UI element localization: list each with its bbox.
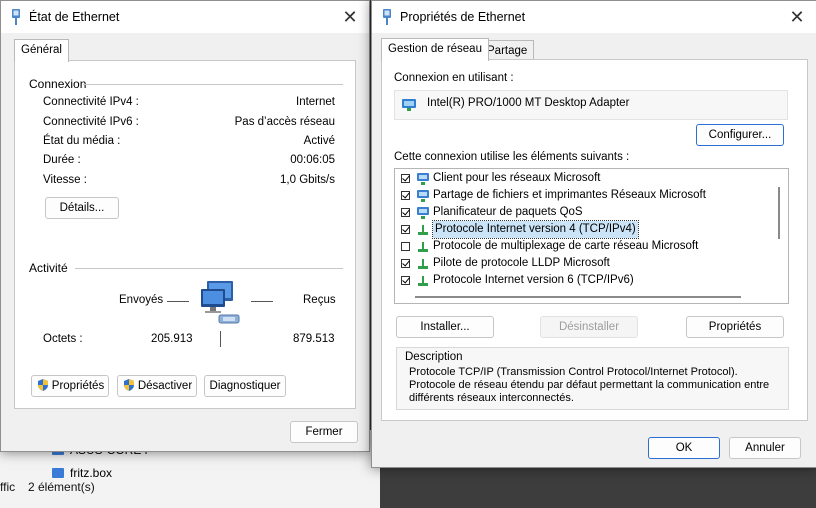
explorer-item-label: fritz.box [70,466,113,480]
item-label: Protocole Internet version 6 (TCP/IPv6) [433,274,634,286]
list-item[interactable]: Client pour les réseaux Microsoft [401,170,600,187]
properties-button[interactable]: Propriétés [31,375,109,397]
bytes-sent-value: 205.913 [151,333,193,345]
ipv4-value: Internet [296,96,335,108]
speed-label: Vitesse : [43,174,87,186]
activity-divider [220,331,221,347]
list-item[interactable]: Protocole Internet version 6 (TCP/IPv6) [401,272,634,289]
list-item[interactable]: Pilote de protocole LLDP Microsoft [401,255,610,272]
divider [75,268,343,269]
horizontal-scrollbar-thumb[interactable] [415,296,741,298]
install-button[interactable]: Installer... [396,316,494,338]
cancel-button[interactable]: Annuler [729,437,801,459]
item-checkbox[interactable] [401,191,410,200]
ethernet-icon [12,9,20,25]
description-group: Description Protocole TCP/IP (Transmissi… [396,347,789,410]
duration-value: 00:06:05 [290,154,335,166]
ipv4-label: Connectivité IPv4 : [43,96,139,108]
diagnose-button[interactable]: Diagnostiquer [204,375,286,397]
disable-label: Désactiver [137,380,193,392]
uninstall-button[interactable]: Désinstaller [540,316,638,338]
explorer-item-fritz[interactable]: fritz.box [52,466,112,480]
item-checkbox[interactable] [401,208,410,217]
item-label: Protocole de multiplexage de carte résea… [433,240,699,252]
connect-using-label: Connexion en utilisant : [394,72,514,84]
ethernet-icon [383,9,391,25]
sent-label: Envoyés [119,294,164,306]
tab-general[interactable]: Général [14,39,69,62]
divider [83,84,343,85]
adapter-name: Intel(R) PRO/1000 MT Desktop Adapter [427,97,630,109]
received-line [251,301,273,302]
uac-shield-icon [37,379,48,391]
ethernet-status-dialog: État de Ethernet ✕ Général Connexion Con… [0,0,370,452]
properties-button[interactable]: Propriétés [686,316,784,338]
components-list[interactable]: Client pour les réseaux Microsoft Partag… [394,168,789,304]
tab-panel: Connexion en utilisant : Intel(R) PRO/10… [381,59,808,421]
window-title: État de Ethernet [29,10,120,24]
bytes-received-value: 879.513 [293,333,335,345]
explorer-status-bar: 2 élément(s) [28,480,95,494]
item-checkbox[interactable] [401,225,410,234]
close-icon[interactable]: ✕ [339,6,361,28]
window-title: Propriétés de Ethernet [400,10,526,24]
description-heading: Description [405,351,463,363]
item-label: Protocole Internet version 4 (TCP/IPv4) [432,220,639,239]
ipv6-value: Pas d’accès réseau [234,116,335,128]
protocol-icon [418,224,428,235]
ipv6-label: Connectivité IPv6 : [43,116,139,128]
network-service-icon [417,206,429,219]
item-label: Planificateur de paquets QoS [433,206,583,218]
close-button[interactable]: Fermer [290,421,358,443]
bytes-label: Octets : [43,333,83,345]
network-computers-icon [201,281,240,324]
vertical-scrollbar-thumb[interactable] [778,187,780,239]
activity-heading: Activité [29,261,68,275]
ok-button[interactable]: OK [648,437,720,459]
duration-label: Durée : [43,154,81,166]
network-adapter-icon [402,99,416,111]
properties-label: Propriétés [51,380,105,392]
protocol-icon [418,258,428,269]
speed-value: 1,0 Gbits/s [280,174,335,186]
list-item-selected[interactable]: Protocole Internet version 4 (TCP/IPv4) [401,220,639,239]
item-label: Client pour les réseaux Microsoft [433,172,601,184]
close-icon[interactable]: ✕ [786,6,808,28]
sent-line [167,301,189,302]
titlebar[interactable]: Propriétés de Ethernet ✕ [372,1,816,33]
media-state-label: État du média : [43,135,121,147]
titlebar[interactable]: État de Ethernet ✕ [1,1,369,33]
disable-button[interactable]: Désactiver [117,375,197,397]
configure-button[interactable]: Configurer... [696,124,784,146]
item-checkbox[interactable] [401,242,410,251]
tab-networking[interactable]: Gestion de réseau [381,38,489,61]
ethernet-properties-dialog: Propriétés de Ethernet ✕ Gestion de rése… [371,0,816,468]
items-label: Cette connexion utilise les éléments sui… [394,151,630,163]
details-button[interactable]: Détails... [45,197,119,219]
background-cut-text: ffic [0,480,16,494]
item-checkbox[interactable] [401,174,410,183]
received-label: Reçus [303,294,336,306]
tab-panel: Connexion Connectivité IPv4 : Internet C… [14,60,356,409]
adapter-field: Intel(R) PRO/1000 MT Desktop Adapter [394,90,788,120]
item-label: Pilote de protocole LLDP Microsoft [433,257,610,269]
protocol-icon [418,275,428,286]
computer-icon [52,468,64,478]
list-item[interactable]: Planificateur de paquets QoS [401,204,583,221]
item-checkbox[interactable] [401,259,410,268]
media-state-value: Activé [303,135,335,147]
item-label: Partage de fichiers et imprimantes Résea… [433,189,706,201]
description-text: Protocole TCP/IP (Transmission Control P… [409,366,770,404]
uac-shield-icon [123,379,134,391]
network-service-icon [417,189,429,202]
item-checkbox[interactable] [401,276,410,285]
network-client-icon [417,172,429,185]
protocol-icon [418,241,428,252]
connection-heading: Connexion [29,77,87,91]
list-item[interactable]: Protocole de multiplexage de carte résea… [401,238,698,255]
list-item[interactable]: Partage de fichiers et imprimantes Résea… [401,187,706,204]
